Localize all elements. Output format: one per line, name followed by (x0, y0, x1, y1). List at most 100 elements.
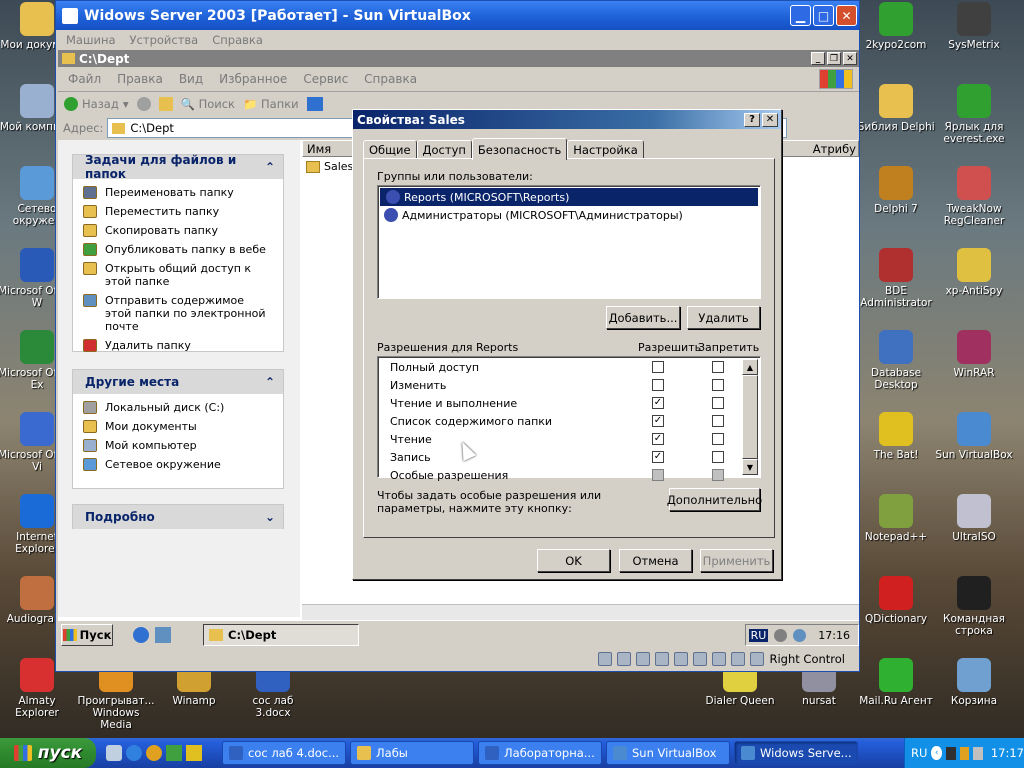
vertical-scrollbar[interactable]: ▲ ▼ (742, 359, 758, 475)
tab-customize[interactable]: Настройка (567, 140, 644, 159)
tray-icon[interactable] (973, 746, 983, 760)
virtualbox-titlebar[interactable]: Widows Server 2003 [Работает] - Sun Virt… (56, 1, 859, 30)
taskbar-window-button[interactable]: Лабораторна... (478, 741, 602, 765)
tray-icon[interactable] (959, 746, 970, 760)
add-button[interactable]: Добавить... (606, 306, 680, 329)
task-link[interactable]: Скопировать папку (73, 221, 283, 240)
desktop-shortcut[interactable]: UltraISO (935, 494, 1013, 543)
taskbar-window-button[interactable]: Widows Serve... (734, 741, 858, 765)
place-link[interactable]: Сетевое окружение (73, 455, 283, 474)
scroll-down-button[interactable]: ▼ (742, 459, 758, 475)
allow-checkbox[interactable]: ✓ (652, 415, 664, 427)
place-link[interactable]: Мой компьютер (73, 436, 283, 455)
deny-checkbox[interactable] (712, 451, 724, 463)
tray-icon[interactable] (793, 628, 807, 642)
tray-icon[interactable] (945, 746, 956, 760)
dialog-close-button[interactable]: ✕ (762, 112, 778, 127)
desktop-shortcut[interactable]: Notepad++ (857, 494, 935, 543)
task-link[interactable]: Опубликовать папку в вебе (73, 240, 283, 259)
forward-button[interactable] (136, 97, 151, 111)
hdd-icon[interactable] (598, 652, 613, 666)
menu-help[interactable]: Справка (364, 72, 417, 86)
menu-file[interactable]: Файл (68, 72, 101, 86)
collapse-icon[interactable]: ⌃ (265, 375, 275, 389)
quicklaunch-icon[interactable] (186, 745, 202, 761)
guest-start-button[interactable]: Пуск (61, 624, 113, 646)
views-button[interactable] (306, 97, 323, 111)
search-button[interactable]: 🔍 Поиск (181, 97, 235, 111)
tab-general[interactable]: Общие (363, 140, 417, 159)
taskbar-window-button[interactable]: Лабы (350, 741, 474, 765)
place-link[interactable]: Локальный диск (C:) (73, 398, 283, 417)
desktop-shortcut[interactable]: Ярлык для everest.exe (935, 84, 1013, 145)
desktop-shortcut[interactable]: The Bat! (857, 412, 935, 461)
quicklaunch-icon[interactable] (166, 745, 182, 761)
ie-quicklaunch-icon[interactable] (133, 627, 149, 643)
taskbar-window-button[interactable]: Sun VirtualBox (606, 741, 730, 765)
desktop-shortcut[interactable]: Библия Delphi (857, 84, 935, 133)
list-item[interactable]: Администраторы (MICROSOFT\Администраторы… (378, 206, 760, 224)
remove-button[interactable]: Удалить (687, 306, 760, 329)
deny-checkbox[interactable] (712, 415, 724, 427)
language-indicator[interactable]: RU (748, 628, 769, 642)
menu-help[interactable]: Справка (212, 33, 263, 47)
deny-checkbox[interactable] (712, 469, 724, 481)
back-button[interactable]: Назад ▾ (64, 97, 129, 111)
task-link[interactable]: Открыть общий доступ к этой папке (73, 259, 283, 291)
scroll-up-button[interactable]: ▲ (742, 359, 758, 375)
allow-checkbox[interactable]: ✓ (652, 397, 664, 409)
menu-edit[interactable]: Правка (117, 72, 163, 86)
taskbar-window-button[interactable]: сос лаб 4.doc... (222, 741, 346, 765)
menu-view[interactable]: Вид (179, 72, 203, 86)
explorer-titlebar[interactable]: C:\Dept _ ❐ ✕ (58, 50, 859, 67)
list-item[interactable]: Sales (306, 160, 353, 173)
desktop-shortcut[interactable]: QDictionary (857, 576, 935, 625)
desktop-quicklaunch-icon[interactable] (155, 627, 171, 643)
allow-checkbox[interactable] (652, 361, 664, 373)
details-header[interactable]: Подробно ⌄ (73, 505, 283, 529)
deny-checkbox[interactable] (712, 433, 724, 445)
display-icon[interactable] (693, 652, 708, 666)
desktop-shortcut[interactable]: SysMetrix (935, 2, 1013, 51)
quicklaunch-icon[interactable] (146, 745, 162, 761)
apply-button[interactable]: Применить (700, 549, 773, 572)
explorer-restore-button[interactable]: ❐ (827, 52, 841, 65)
mouse-integration-icon[interactable] (731, 652, 746, 666)
task-link[interactable]: Отправить содержимое этой папки по элект… (73, 291, 283, 336)
shared-folders-icon[interactable] (674, 652, 689, 666)
tray-icon[interactable] (774, 628, 788, 642)
usb-icon[interactable] (655, 652, 670, 666)
users-list[interactable]: Reports (MICROSOFT\Reports) Администрато… (377, 185, 761, 299)
menu-favorites[interactable]: Избранное (219, 72, 287, 86)
maximize-button[interactable]: □ (813, 5, 834, 26)
column-attributes-header[interactable]: Атрибу (778, 140, 859, 157)
ok-button[interactable]: OK (537, 549, 610, 572)
folders-button[interactable]: 📁 Папки (243, 97, 299, 111)
other-places-header[interactable]: Другие места ⌃ (73, 370, 283, 394)
allow-checkbox[interactable]: ✓ (652, 451, 664, 463)
scroll-thumb[interactable] (742, 375, 758, 459)
network-icon[interactable] (636, 652, 651, 666)
desktop-shortcut[interactable]: Командная строка (935, 576, 1013, 637)
task-link[interactable]: Переместить папку (73, 202, 283, 221)
desktop-shortcut[interactable]: TweakNow RegCleaner (935, 166, 1013, 227)
quicklaunch-icon[interactable] (106, 745, 122, 761)
desktop-shortcut[interactable]: Mail.Ru Агент (857, 658, 935, 707)
desktop-shortcut[interactable]: WinRAR (935, 330, 1013, 379)
deny-checkbox[interactable] (712, 361, 724, 373)
menu-tools[interactable]: Сервис (303, 72, 348, 86)
task-link[interactable]: Переименовать папку (73, 183, 283, 202)
file-tasks-header[interactable]: Задачи для файлов и папок ⌃ (73, 153, 283, 181)
guest-taskbar-explorer-button[interactable]: C:\Dept (203, 624, 359, 646)
keyboard-capture-icon[interactable] (750, 652, 765, 666)
minimize-button[interactable]: ▁ (790, 5, 811, 26)
collapse-icon[interactable]: ⌃ (265, 160, 275, 174)
tab-sharing[interactable]: Доступ (416, 140, 472, 159)
explorer-minimize-button[interactable]: _ (811, 52, 825, 65)
explorer-close-button[interactable]: ✕ (843, 52, 857, 65)
desktop-shortcut[interactable]: Корзина (935, 658, 1013, 707)
desktop-shortcut[interactable]: Delphi 7 (857, 166, 935, 215)
up-folder-icon[interactable] (158, 97, 173, 111)
horizontal-scrollbar[interactable] (302, 604, 859, 620)
show-hidden-icons-button[interactable]: ‹ (931, 746, 942, 760)
